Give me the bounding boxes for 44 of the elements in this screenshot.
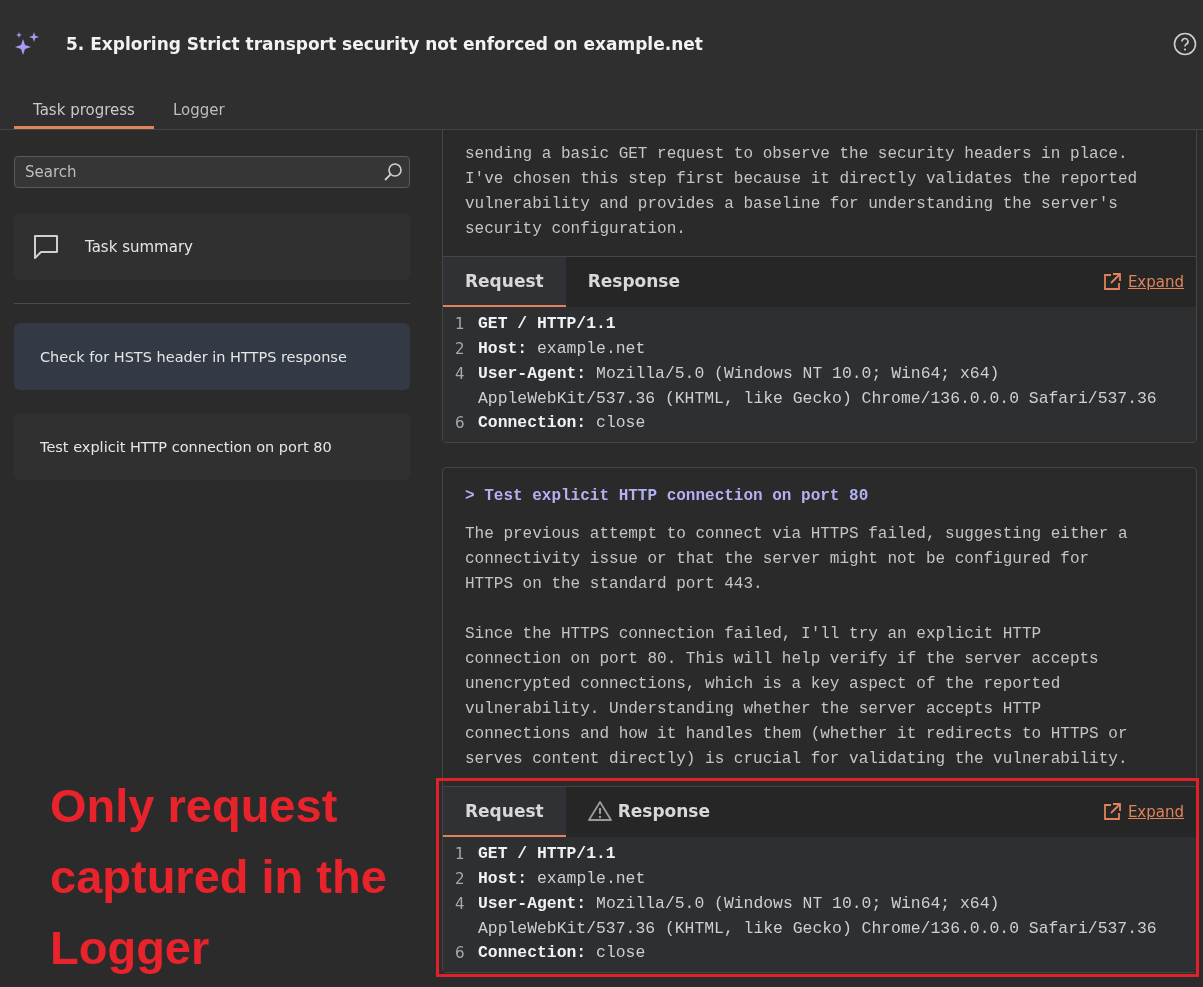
request-tab[interactable]: Response [565,787,732,837]
code-line: Host: example.net [478,338,646,360]
code-line: AppleWebKit/537.36 (KHTML, like Gecko) Chrome/136.0.0.0 Safari/537.36 [478,388,1157,410]
item-label: Task summary [85,237,193,256]
paragraph: The previous attempt to connect via HTTPS failed, suggesting either a connectivity issue or that the server might not be configured for HTTPS on the standard port 443. [465,524,1129,595]
request-tab[interactable]: Response [565,257,702,307]
paragraph: Since the HTTPS connection failed, I'll try an explicit HTTP connection on port 80. This will help verify if the server accepts unencrypted connections, which is a key aspect of the reported vulnerability. Understanding whether the server accepts HTTP connections and how it handles them (whether it redirects to HTTPS or serves content directly) is crucial for validating the vulnerability. [465,624,1129,770]
warning-icon [587,800,612,822]
line-number: 4 [455,894,466,915]
tab[interactable]: Logger [153,101,244,129]
code-line: User-Agent: Mozilla/5.0 (Windows NT 10.0; Win64; x64) [478,893,1000,915]
code-line: Host: example.net [478,868,646,890]
expand-link[interactable]: Expand [1101,257,1184,307]
step-item[interactable]: Check for HSTS header in HTTPS response [14,323,410,390]
line-number: 2 [455,869,466,890]
request-tab[interactable]: Request [443,257,566,307]
window-title: 5. Exploring Strict transport security not enforced on example.net [66,34,704,54]
code-line: User-Agent: Mozilla/5.0 (Windows NT 10.0; Win64; x64) [478,363,1000,385]
annotation-text: Only request captured in the Logger [50,778,388,976]
line-number: 6 [455,943,466,964]
search-icon [383,162,403,182]
external-link-icon [1101,272,1122,292]
search-field[interactable]: Search [14,156,410,188]
line-number: 4 [455,364,466,385]
paragraph: sending a basic GET request to observe the security headers in place. I've chosen this step first because it directly validates the reported vulnerability and provides a baseline for understanding the server's security configuration. [465,144,1139,240]
code-line: AppleWebKit/537.36 (KHTML, like Gecko) Chrome/136.0.0.0 Safari/537.36 [478,918,1157,940]
code-line: Connection: close [478,412,646,434]
request-tab[interactable]: Request [443,787,566,837]
code-line: GET / HTTP/1.1 [478,843,616,865]
line-number: 1 [455,844,466,865]
line-number: 6 [455,413,466,434]
help-icon[interactable] [1173,32,1197,56]
sparkle-icon [14,31,40,57]
line-number: 1 [455,314,466,335]
task-summary-item[interactable]: Task summary [14,213,410,280]
step-item[interactable]: Test explicit HTTP connection on port 80 [14,413,410,480]
code-line: GET / HTTP/1.1 [478,313,616,335]
external-link-icon [1101,802,1122,822]
tab[interactable]: Task progress [14,101,154,129]
code-line: Connection: close [478,942,646,964]
chat-bubble-icon [32,233,60,260]
expand-link[interactable]: Expand [1101,787,1184,837]
line-number: 2 [455,339,466,360]
step-heading: > Test explicit HTTP connection on port 80 [465,486,870,507]
